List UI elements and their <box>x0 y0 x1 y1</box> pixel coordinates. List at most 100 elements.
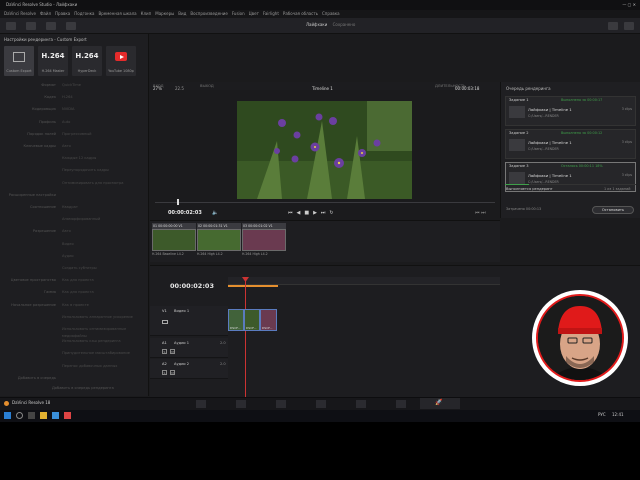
settings-value[interactable]: H.264 <box>62 94 73 101</box>
settings-value[interactable]: Создать субтитры <box>62 265 97 272</box>
settings-row[interactable]: Использовать кэш рендеринга <box>6 338 146 345</box>
settings-row[interactable]: Кодировщик NVIDIA <box>6 106 146 113</box>
viewer-timeline-name[interactable]: Timeline 1 <box>312 86 333 91</box>
timeline-ruler[interactable] <box>228 277 500 285</box>
sound-library-icon[interactable] <box>66 22 76 30</box>
settings-row[interactable]: Цветовое пространство Как для проекта <box>6 277 146 284</box>
mute-button[interactable]: M <box>170 370 175 375</box>
settings-row[interactable]: Анаморфированный <box>6 216 146 223</box>
edit-index-icon[interactable] <box>46 22 56 30</box>
scrubber-handle[interactable] <box>177 199 179 205</box>
track-header-a1[interactable]: A1 Аудио 1 2.0 S M <box>150 338 228 358</box>
settings-row[interactable]: Начальное разрешение Как в проекте <box>6 302 146 309</box>
settings-row[interactable]: Гамма Как для проекта <box>6 289 146 296</box>
menu-item[interactable]: Временная шкала <box>99 11 137 16</box>
settings-row[interactable]: Соотношение Квадрат <box>6 204 146 211</box>
solo-button[interactable]: S <box>162 349 167 354</box>
settings-value[interactable]: Каждые 12 кадры <box>62 155 96 162</box>
settings-row[interactable]: Ключевые кадры Авто <box>6 143 146 150</box>
track-header-a2[interactable]: A2 Аудио 2 2.0 S M <box>150 359 228 379</box>
settings-value[interactable]: Как для проекта <box>62 277 94 284</box>
media-pool-icon[interactable] <box>6 22 16 30</box>
jog-icons[interactable]: ⏮ ⏭ <box>475 206 486 220</box>
settings-row[interactable]: Оптимизировать для просмотра <box>6 180 146 187</box>
settings-value[interactable]: QuickTime <box>62 82 81 89</box>
settings-row[interactable]: Использовать оптимизированные медиафайлы <box>6 326 146 338</box>
menu-item[interactable]: Цвет <box>249 11 259 16</box>
timeline-playhead[interactable] <box>245 278 246 397</box>
preset-h264-master[interactable]: H.264 H.264 Master <box>38 46 68 76</box>
menu-item[interactable]: Клип <box>141 11 152 16</box>
menu-item[interactable]: Справка <box>322 11 340 16</box>
settings-value[interactable]: Использовать аппаратное ускорение <box>62 314 133 321</box>
render-job[interactable]: Задание 2 Выполнено за 00:00:12 Лайфхаки |… <box>505 129 636 159</box>
settings-value[interactable]: Как для проекта <box>62 289 94 296</box>
timeline-clip[interactable]: DSCF... <box>260 309 277 331</box>
settings-row[interactable]: Аудио <box>6 253 146 260</box>
settings-value[interactable]: Авто <box>62 228 71 235</box>
settings-row[interactable]: Разрешение Авто <box>6 228 146 235</box>
settings-row[interactable]: Использовать аппаратное ускорение <box>6 314 146 321</box>
settings-row[interactable]: Порядок полей Прогрессивный <box>6 131 146 138</box>
stop-render-button[interactable]: Остановить <box>592 206 634 214</box>
settings-value[interactable]: Перенос добавочных данных <box>62 363 117 370</box>
clip-thumbnail[interactable]: 01 00:00:00:00 V1 H.264 Baseline L4.2 <box>152 223 196 257</box>
settings-row[interactable]: Переупорядочить кадры <box>6 167 146 174</box>
settings-value[interactable]: Прогрессивный <box>62 131 92 138</box>
settings-value[interactable]: Переупорядочить кадры <box>62 167 109 174</box>
settings-row[interactable]: Перенос добавочных данных <box>6 363 146 370</box>
mute-button[interactable]: M <box>170 349 175 354</box>
layout-icon[interactable] <box>608 22 618 30</box>
preset-youtube[interactable]: YouTube 1080p <box>106 46 136 76</box>
settings-row[interactable]: Видео <box>6 241 146 248</box>
menu-item[interactable]: Подгонка <box>74 11 94 16</box>
track-monitor-icon[interactable] <box>162 320 168 324</box>
inspector-icon[interactable] <box>624 22 634 30</box>
viewer-video-frame[interactable] <box>237 101 412 199</box>
settings-row[interactable]: Добавить в очередь <box>6 375 146 382</box>
edit-page-icon[interactable] <box>276 400 286 408</box>
settings-row[interactable]: Каждые 12 кадры <box>6 155 146 162</box>
settings-value[interactable]: Анаморфированный <box>62 216 100 223</box>
settings-value[interactable]: Использовать кэш рендеринга <box>62 338 121 345</box>
menu-item[interactable]: Правка <box>55 11 70 16</box>
timeline-clip[interactable]: DSCF... <box>228 309 244 331</box>
settings-value[interactable]: Принудительное масштабирование <box>62 350 130 357</box>
fusion-page-icon[interactable] <box>316 400 326 408</box>
menu-item[interactable]: Рабочая область <box>283 11 318 16</box>
render-job[interactable]: Задание 1 Выполнено за 00:00:17 Лайфхаки |… <box>505 96 636 126</box>
settings-value[interactable]: NVIDIA <box>62 106 75 113</box>
menu-item[interactable]: Вид <box>178 11 186 16</box>
menu-item[interactable]: DaVinci Resolve <box>4 11 36 16</box>
settings-value[interactable]: Квадрат <box>62 204 78 211</box>
timeline-clip[interactable]: DSCF... <box>244 309 260 331</box>
settings-value[interactable]: Оптимизировать для просмотра <box>62 180 123 187</box>
clip-thumbnail[interactable]: 03 00:00:01:02 V1 H.264 High L4.2 <box>242 223 286 257</box>
menu-item[interactable]: Fairlight <box>263 11 279 16</box>
clip-thumbnail[interactable]: 02 00:00:01:31 V1 H.264 High L4.2 <box>197 223 241 257</box>
settings-row[interactable]: Принудительное масштабирование <box>6 350 146 357</box>
volume-icon[interactable]: 🔈 <box>212 206 218 220</box>
add-to-queue-button[interactable]: Добавить в очередь рендеринга <box>52 386 114 390</box>
window-controls[interactable]: — ▢ ✕ <box>622 0 636 10</box>
settings-value[interactable]: Как в проекте <box>62 302 89 309</box>
scrubber-bar[interactable] <box>155 202 495 203</box>
color-page-icon[interactable] <box>356 400 366 408</box>
start-icon[interactable] <box>4 412 11 419</box>
explorer-icon[interactable] <box>40 412 47 419</box>
playback-controls[interactable]: ⏮◀■▶⏭↻ <box>288 206 338 220</box>
settings-row[interactable]: Профиль Auto <box>6 119 146 126</box>
resolve-taskbar-icon[interactable] <box>64 412 71 419</box>
search-icon[interactable] <box>16 412 23 419</box>
zoom-level[interactable]: 27% <box>153 86 162 91</box>
cut-page-icon[interactable] <box>236 400 246 408</box>
settings-row[interactable]: Расширенные настройки <box>6 192 146 199</box>
solo-button[interactable]: S <box>162 370 167 375</box>
menu-item[interactable]: Воспроизведение <box>190 11 227 16</box>
keyboard-language[interactable]: РУС <box>598 412 606 417</box>
settings-value[interactable]: Аудио <box>62 253 74 260</box>
menu-item[interactable]: Маркеры <box>155 11 174 16</box>
deliver-page-tab[interactable]: 🚀 <box>420 398 460 409</box>
fairlight-page-icon[interactable] <box>396 400 406 408</box>
settings-row[interactable]: Формат QuickTime <box>6 82 146 89</box>
